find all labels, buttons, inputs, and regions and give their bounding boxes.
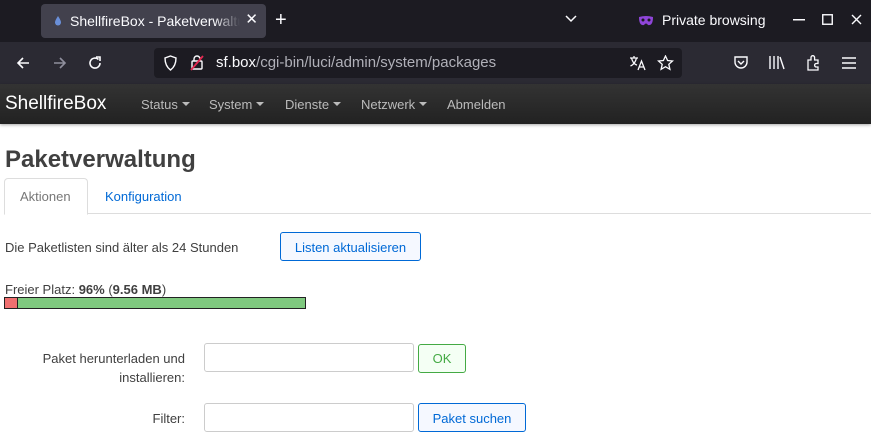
- caret-down-icon: [256, 102, 265, 106]
- tab-aktionen-label: Aktionen: [20, 189, 71, 204]
- minimize-icon[interactable]: [793, 19, 805, 21]
- menu-abmelden-label: Abmelden: [447, 97, 506, 112]
- download-label: Paket herunterladen und installieren:: [42, 351, 185, 385]
- private-mask-icon: [639, 16, 653, 26]
- maximize-icon[interactable]: [822, 14, 833, 25]
- filter-input[interactable]: [204, 403, 414, 432]
- pocket-icon[interactable]: [733, 55, 749, 70]
- back-icon[interactable]: [15, 55, 31, 71]
- extensions-icon[interactable]: [805, 54, 822, 71]
- menu-system[interactable]: System: [209, 97, 265, 112]
- brand-title[interactable]: ShellfireBox: [5, 93, 106, 115]
- new-tab-button[interactable]: +: [275, 9, 287, 31]
- menu-netzwerk-label: Netzwerk: [361, 97, 416, 112]
- menu-dienste-label: Dienste: [285, 97, 330, 112]
- caret-down-icon: [419, 102, 428, 106]
- free-size: 9.56 MB: [112, 282, 162, 297]
- filter-label: Filter:: [152, 411, 186, 426]
- reload-icon[interactable]: [87, 55, 103, 71]
- search-package-button[interactable]: Paket suchen: [418, 403, 526, 432]
- menu-netzwerk[interactable]: Netzwerk: [361, 97, 428, 112]
- close-tab-icon[interactable]: ✕: [245, 10, 258, 28]
- library-icon[interactable]: [768, 55, 786, 70]
- tabs-divider: [5, 213, 871, 214]
- used-space-fill: [5, 298, 18, 308]
- private-browsing-label: Private browsing: [662, 12, 766, 28]
- tab-aktionen[interactable]: Aktionen: [4, 178, 88, 215]
- free-size-open: (: [104, 282, 113, 297]
- tab-konfiguration[interactable]: Konfiguration: [105, 189, 182, 204]
- free-space-text: Freier Platz: 96% (9.56 MB): [5, 282, 166, 297]
- download-package-input[interactable]: [204, 343, 414, 372]
- translate-icon[interactable]: [629, 55, 647, 71]
- close-window-icon[interactable]: [851, 14, 862, 25]
- update-lists-button[interactable]: Listen aktualisieren: [280, 232, 421, 261]
- insecure-lock-icon[interactable]: [190, 54, 204, 71]
- luci-header: [0, 84, 871, 124]
- chevron-down-icon[interactable]: [564, 12, 578, 26]
- url-text[interactable]: sf.box/cgi-bin/luci/admin/system/package…: [216, 54, 496, 71]
- private-browsing-indicator: Private browsing: [638, 12, 766, 28]
- caret-down-icon: [333, 102, 342, 106]
- menu-icon[interactable]: [842, 57, 856, 69]
- lists-status-text: Die Paketlisten sind älter als 24 Stunde…: [5, 240, 239, 255]
- ok-button[interactable]: OK: [418, 344, 466, 373]
- free-space-bar: [4, 297, 306, 309]
- menu-system-label: System: [209, 97, 253, 112]
- browser-tab-title: ShellfireBox - Paketverwaltung: [70, 13, 240, 29]
- free-size-close: ): [161, 282, 167, 297]
- free-percent: 96%: [78, 282, 105, 297]
- url-path: /cgi-bin/luci/admin/system/packages: [256, 54, 497, 71]
- forward-icon[interactable]: [52, 55, 68, 71]
- page-title: Paketverwaltung: [5, 146, 196, 173]
- shield-icon[interactable]: [163, 55, 178, 71]
- menu-dienste[interactable]: Dienste: [285, 97, 342, 112]
- menu-status-label: Status: [141, 97, 178, 112]
- menu-abmelden[interactable]: Abmelden: [447, 97, 506, 112]
- droplet-icon: [55, 16, 61, 26]
- url-host: sf.box: [216, 54, 257, 71]
- bookmark-star-icon[interactable]: [657, 55, 674, 71]
- browser-tab[interactable]: ShellfireBox - Paketverwaltung ✕: [41, 4, 266, 38]
- free-space-label: Freier Platz:: [5, 282, 79, 297]
- menu-status[interactable]: Status: [141, 97, 190, 112]
- caret-down-icon: [181, 102, 190, 106]
